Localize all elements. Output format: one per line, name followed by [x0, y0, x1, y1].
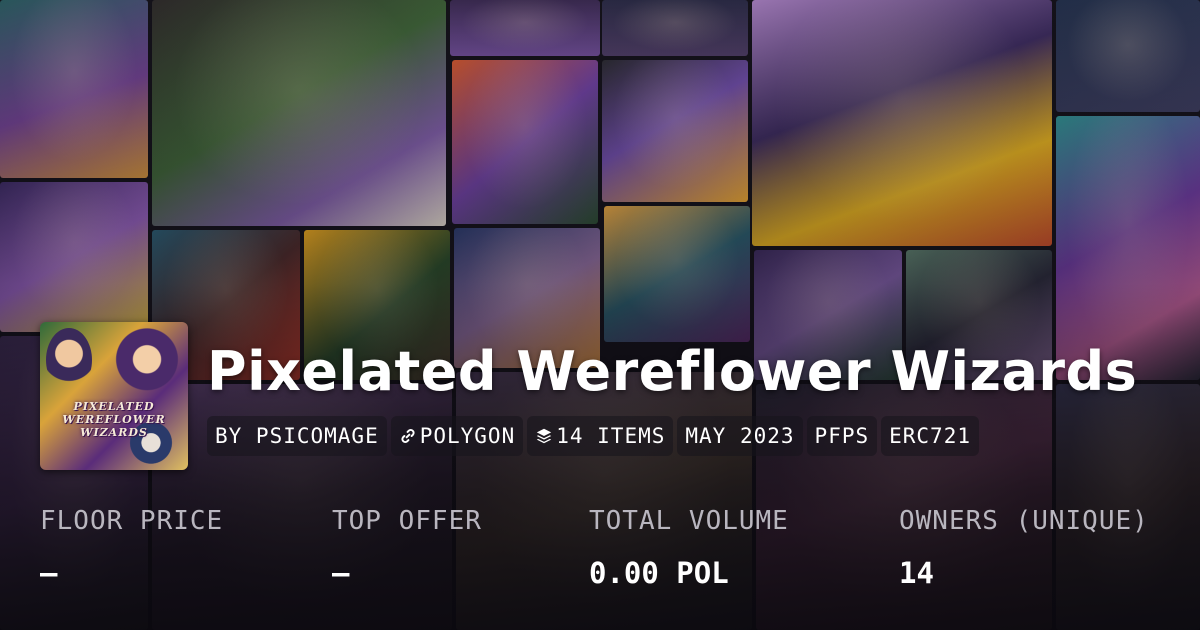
- link-icon: [401, 429, 415, 443]
- collection-logo: PIXELATED WEREFLOWER WIZARDS: [40, 322, 188, 470]
- tag-label: BY PSICOMAGE: [215, 424, 379, 448]
- stat-owners: OWNERS (UNIQUE) 14: [899, 506, 1149, 590]
- collection-tags: BY PSICOMAGE POLYGON 14 ITEMS MAY 2023 P…: [207, 416, 979, 456]
- tag-token-standard: ERC721: [881, 416, 979, 456]
- stat-value: —: [40, 556, 58, 590]
- tag-label: ERC721: [889, 424, 971, 448]
- tag-items[interactable]: 14 ITEMS: [527, 416, 674, 456]
- tag-chain[interactable]: POLYGON: [390, 416, 524, 456]
- collection-title: Pixelated Wereflower Wizards: [207, 340, 1138, 403]
- stat-label: TOTAL VOLUME: [589, 506, 789, 536]
- logo-portrait-right: [114, 326, 180, 400]
- tag-label: 14 ITEMS: [556, 424, 666, 448]
- stat-value: —: [332, 556, 350, 590]
- stat-top-offer: TOP OFFER —: [332, 506, 482, 590]
- stat-label: TOP OFFER: [332, 506, 482, 536]
- tag-created-date: MAY 2023: [677, 416, 803, 456]
- tag-label: MAY 2023: [685, 424, 795, 448]
- stat-floor-price: FLOOR PRICE —: [40, 506, 223, 590]
- logo-text-line: PIXELATED: [73, 400, 155, 413]
- stat-label: FLOOR PRICE: [40, 506, 224, 536]
- collection-stats: FLOOR PRICE — TOP OFFER — TOTAL VOLUME 0…: [40, 506, 1180, 596]
- tag-creator[interactable]: BY PSICOMAGE: [207, 416, 387, 456]
- tag-label: PFPS: [814, 424, 870, 448]
- logo-text: PIXELATED WEREFLOWER WIZARDS: [40, 400, 188, 439]
- stat-total-volume: TOTAL VOLUME 0.00 POL: [589, 506, 789, 590]
- logo-portrait-left: [46, 328, 92, 392]
- logo-text-line: WEREFLOWER: [62, 413, 166, 426]
- logo-text-line: WIZARDS: [80, 426, 148, 439]
- stat-value: 0.00 POL: [589, 556, 729, 590]
- tag-label: POLYGON: [419, 424, 516, 448]
- stat-value: 14: [899, 556, 934, 590]
- tag-category[interactable]: PFPS: [806, 416, 878, 456]
- layers-icon: [537, 428, 552, 444]
- stat-label: OWNERS (UNIQUE): [899, 506, 1149, 536]
